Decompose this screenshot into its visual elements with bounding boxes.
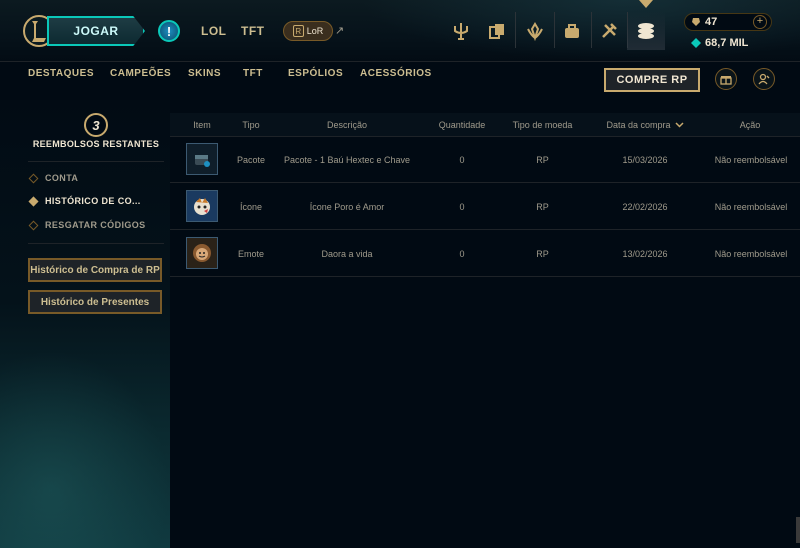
hextech-chest-icon — [186, 143, 218, 175]
cell-description: Ícone Poro é Amor — [309, 202, 385, 212]
sidebar-divider — [28, 243, 164, 244]
cell-date: 22/02/2026 — [622, 202, 668, 212]
col-header-action: Ação — [739, 120, 761, 130]
col-header-currency: Tipo de moeda — [512, 120, 573, 130]
rp-balance: 47 — [691, 16, 717, 28]
sidebar-item-label: HISTÓRICO DE CO... — [45, 196, 141, 206]
backpack-icon[interactable] — [553, 12, 591, 50]
blue-essence-icon — [691, 38, 701, 48]
subnav-campeoes[interactable]: CAMPEÕES — [110, 68, 171, 79]
cell-currency: RP — [536, 155, 549, 165]
diamond-filled-icon — [28, 196, 39, 206]
chevron-down-icon — [674, 122, 684, 128]
scrollbar[interactable] — [796, 517, 800, 543]
col-header-date-label: Data da compra — [606, 120, 671, 130]
gift-icon[interactable] — [715, 68, 737, 90]
alert-icon[interactable]: ! — [158, 20, 180, 42]
col-header-item: Item — [193, 120, 211, 130]
cell-type: Emote — [237, 249, 264, 259]
cell-date: 13/02/2026 — [622, 249, 668, 259]
rp-purchase-history-button[interactable]: Histórico de Compra de RP — [28, 258, 162, 282]
external-link-icon: ↗ — [335, 25, 345, 37]
gift-history-button[interactable]: Histórico de Presentes — [28, 290, 162, 314]
col-header-description: Descrição — [326, 120, 367, 130]
trident-icon[interactable] — [442, 12, 480, 50]
sidebar-item-resgatar[interactable]: RESGATAR CÓDIGOS — [28, 220, 146, 230]
champion-icon[interactable] — [516, 12, 554, 50]
lor-button[interactable]: R LoR — [283, 21, 333, 41]
active-tab-marker — [639, 0, 653, 8]
cell-description: Pacote - 1 Baú Hextec e Chave — [283, 155, 411, 165]
cell-date: 15/03/2026 — [622, 155, 668, 165]
subnav-skins[interactable]: SKINS — [188, 68, 221, 79]
cell-quantity: 0 — [459, 249, 465, 259]
diamond-icon — [28, 220, 39, 230]
cell-type: Pacote — [236, 155, 266, 165]
tab-lol[interactable]: LOL — [201, 24, 227, 38]
rp-icon — [692, 18, 700, 26]
store-coins-icon[interactable] — [627, 12, 665, 50]
cell-action: Não reembolsável — [714, 155, 788, 165]
cell-action: Não reembolsável — [714, 202, 788, 212]
buy-rp-button[interactable]: COMPRE RP — [604, 68, 700, 92]
sidebar-item-conta[interactable]: CONTA — [28, 173, 79, 183]
add-rp-button[interactable]: + — [753, 15, 767, 29]
cell-quantity: 0 — [459, 202, 465, 212]
subnav-tft[interactable]: TFT — [243, 68, 263, 79]
cell-action: Não reembolsável — [714, 249, 788, 259]
client-window: JOGAR ! LOL TFT R LoR ↗ 47 + 68,7 MIL DE… — [0, 0, 800, 548]
subnav-espolios[interactable]: ESPÓLIOS — [288, 68, 343, 79]
crafting-icon[interactable] — [590, 12, 628, 50]
blue-essence-amount: 68,7 MIL — [705, 37, 749, 49]
poro-icon — [186, 190, 218, 222]
blue-essence-balance: 68,7 MIL — [691, 37, 748, 49]
cell-currency: RP — [536, 202, 549, 212]
sidebar-divider — [28, 161, 164, 162]
play-button[interactable]: JOGAR — [47, 16, 145, 46]
col-header-date[interactable]: Data da compra — [600, 120, 690, 130]
sidebar-item-historico[interactable]: HISTÓRICO DE CO... — [28, 196, 141, 206]
cell-currency: RP — [536, 249, 549, 259]
sidebar — [0, 100, 170, 548]
lor-label: LoR — [306, 26, 324, 36]
account-icon[interactable] — [753, 68, 775, 90]
subnav-destaques[interactable]: DESTAQUES — [28, 68, 94, 79]
rp-amount: 47 — [705, 16, 718, 28]
cell-type: Ícone — [239, 202, 263, 212]
cards-icon[interactable] — [478, 12, 516, 50]
tab-tft[interactable]: TFT — [241, 24, 265, 38]
col-header-quantity: Quantidade — [438, 120, 486, 130]
diamond-icon — [28, 173, 39, 183]
emote-icon — [186, 237, 218, 269]
lor-badge-icon: R — [292, 25, 304, 37]
sidebar-item-label: CONTA — [45, 173, 79, 183]
subnav-acessorios[interactable]: ACESSÓRIOS — [360, 68, 432, 79]
cell-quantity: 0 — [459, 155, 465, 165]
col-header-type: Tipo — [242, 120, 260, 130]
sidebar-item-label: RESGATAR CÓDIGOS — [45, 220, 146, 230]
cell-description: Daora a vida — [321, 249, 373, 259]
refund-label: REEMBOLSOS RESTANTES — [32, 139, 160, 149]
refund-count: 3 — [84, 113, 108, 137]
